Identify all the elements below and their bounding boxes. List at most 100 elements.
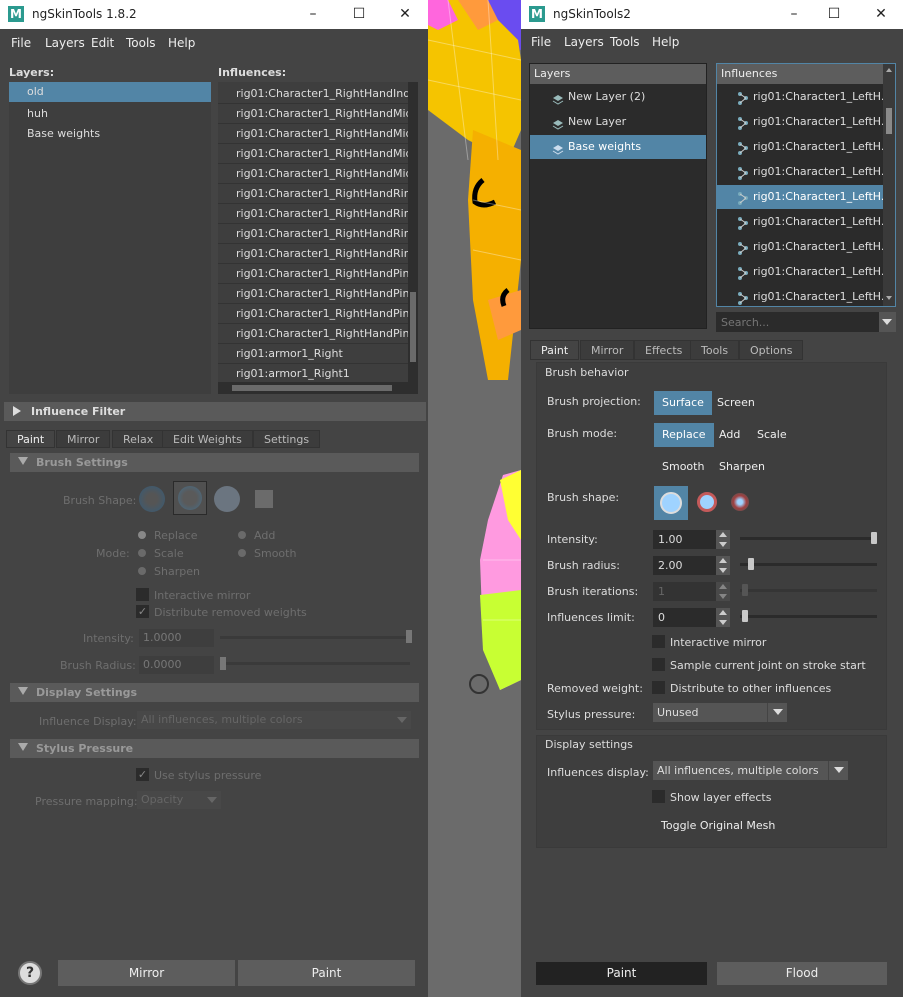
mode-add-button[interactable]: Add xyxy=(711,423,748,447)
tab-settings[interactable]: Settings xyxy=(253,430,321,448)
tab-mirror[interactable]: Mirror xyxy=(580,340,635,360)
hscroll-thumb[interactable] xyxy=(232,385,392,391)
tab-effects[interactable]: Effects xyxy=(634,340,694,360)
layer-item-new-layer-2[interactable]: New Layer (2) xyxy=(530,85,706,109)
influence-item[interactable]: rig01:Character1_RightHandRing4 xyxy=(218,244,418,264)
influence-item[interactable]: rig01:Character1_RightHandRing3 xyxy=(218,224,418,244)
influences-vscrollbar[interactable] xyxy=(408,82,418,382)
menu-layers[interactable]: Layers xyxy=(45,36,85,50)
layer-item-base-weights[interactable]: Base weights xyxy=(530,135,706,159)
interactive-mirror-checkbox[interactable] xyxy=(136,588,149,601)
tab-paint[interactable]: Paint xyxy=(530,340,580,360)
brush-shape-soft-icon[interactable] xyxy=(697,492,717,512)
tab-mirror[interactable]: Mirror xyxy=(56,430,111,448)
influence-item[interactable]: rig01:Character1_LeftH... xyxy=(717,285,883,306)
mode-replace-button[interactable]: Replace xyxy=(654,423,714,447)
mode-replace-radio[interactable] xyxy=(138,531,146,539)
mode-sharpen-button[interactable]: Sharpen xyxy=(711,455,773,479)
influences-hscrollbar[interactable] xyxy=(218,382,418,394)
interactive-mirror-checkbox[interactable] xyxy=(652,635,665,648)
stylus-pressure-dropdown[interactable]: Unused xyxy=(653,703,787,722)
tab-edit-weights[interactable]: Edit Weights xyxy=(162,430,253,448)
influences-scrollbar[interactable] xyxy=(883,64,895,306)
influence-item[interactable]: rig01:Character1_RightHandRing1 xyxy=(218,184,418,204)
help-icon[interactable]: ? xyxy=(18,961,42,985)
paint-button[interactable]: Paint xyxy=(238,960,415,986)
brush-radius-slider-thumb[interactable] xyxy=(220,657,226,670)
search-dropdown-button[interactable] xyxy=(879,312,896,332)
menu-edit[interactable]: Edit xyxy=(91,36,114,50)
menu-tools[interactable]: Tools xyxy=(126,36,156,50)
influence-item[interactable]: rig01:Character1_LeftH... xyxy=(717,135,883,159)
tab-paint[interactable]: Paint xyxy=(6,430,56,448)
close-button[interactable]: ✕ xyxy=(871,3,891,25)
influence-item[interactable]: rig01:Character1_LeftH... xyxy=(717,235,883,259)
brush-radius-spinner[interactable] xyxy=(716,556,730,575)
use-stylus-checkbox[interactable]: ✓ xyxy=(136,768,149,781)
menu-help[interactable]: Help xyxy=(652,35,679,49)
scroll-down-icon[interactable] xyxy=(886,296,892,300)
brush-radius-slider-track[interactable] xyxy=(740,563,877,566)
brush-iterations-slider-track[interactable] xyxy=(740,589,877,592)
influence-item[interactable]: rig01:Character1_LeftH... xyxy=(717,85,883,109)
layers-tree[interactable]: Layers New Layer (2) New Layer Base weig… xyxy=(529,63,707,329)
influences-limit-field[interactable]: 0 xyxy=(653,608,716,627)
scroll-up-icon[interactable] xyxy=(886,68,892,72)
scroll-thumb[interactable] xyxy=(886,108,892,134)
influence-item[interactable]: rig01:Character1_RightHandPinky xyxy=(218,324,418,344)
mode-smooth-button[interactable]: Smooth xyxy=(654,455,712,479)
display-settings-header[interactable]: Display Settings xyxy=(10,683,419,702)
brush-iterations-spinner[interactable] xyxy=(716,582,730,601)
close-button[interactable]: ✕ xyxy=(395,3,415,25)
tab-tools[interactable]: Tools xyxy=(690,340,740,360)
brush-iterations-field[interactable]: 1 xyxy=(653,582,716,601)
intensity-field[interactable]: 1.00 xyxy=(653,530,716,549)
intensity-slider-track[interactable] xyxy=(740,537,877,540)
influence-item[interactable]: rig01:Character1_RightHandMidd xyxy=(218,144,418,164)
brush-radius-field[interactable]: 0.0000 xyxy=(139,656,214,674)
maximize-button[interactable]: ☐ xyxy=(824,3,844,25)
brush-shape-soft-icon[interactable] xyxy=(139,486,165,512)
toggle-original-mesh-button[interactable]: Toggle Original Mesh xyxy=(661,819,775,832)
distribute-removed-checkbox[interactable]: ✓ xyxy=(136,605,149,618)
vscroll-thumb[interactable] xyxy=(410,292,416,362)
intensity-slider-track[interactable] xyxy=(220,636,410,639)
influences-limit-spinner[interactable] xyxy=(716,608,730,627)
mirror-button[interactable]: Mirror xyxy=(58,960,235,986)
influence-item[interactable]: rig01:Character1_RightHandPinky xyxy=(218,304,418,324)
tab-options[interactable]: Options xyxy=(739,340,804,360)
flood-button[interactable]: Flood xyxy=(717,962,887,985)
brush-shape-selected-frame[interactable] xyxy=(173,481,207,515)
influences-limit-slider-thumb[interactable] xyxy=(742,610,748,622)
mode-add-radio[interactable] xyxy=(238,531,246,539)
brush-shape-selected-frame[interactable] xyxy=(654,486,688,520)
layer-item-old[interactable]: old xyxy=(9,82,211,102)
viewport[interactable] xyxy=(428,0,521,997)
intensity-field[interactable]: 1.0000 xyxy=(139,629,214,647)
influence-search-field[interactable] xyxy=(716,312,896,332)
brush-radius-slider-track[interactable] xyxy=(220,662,410,665)
mode-scale-button[interactable]: Scale xyxy=(749,423,795,447)
influences-limit-slider-track[interactable] xyxy=(740,615,877,618)
sample-joint-checkbox[interactable] xyxy=(652,658,665,671)
brush-shape-hard-icon[interactable] xyxy=(214,486,240,512)
intensity-slider-thumb[interactable] xyxy=(871,532,877,544)
mode-scale-radio[interactable] xyxy=(138,549,146,557)
minimize-button[interactable]: – xyxy=(303,3,323,25)
menu-file[interactable]: File xyxy=(531,35,551,49)
brush-radius-field[interactable]: 2.00 xyxy=(653,556,716,575)
influence-display-dropdown[interactable]: All influences, multiple colors xyxy=(137,711,411,729)
layer-item-new-layer[interactable]: New Layer xyxy=(530,110,706,134)
menu-layers[interactable]: Layers xyxy=(564,35,604,49)
brush-radius-slider-thumb[interactable] xyxy=(748,558,754,570)
mode-sharpen-radio[interactable] xyxy=(138,567,146,575)
pressure-mapping-dropdown[interactable]: Opacity xyxy=(137,791,221,809)
distribute-other-checkbox[interactable] xyxy=(652,681,665,694)
brush-shape-square-icon[interactable] xyxy=(255,490,273,508)
maximize-button[interactable]: ☐ xyxy=(349,3,369,25)
brush-shape-gaussian-icon[interactable] xyxy=(731,493,749,511)
layer-item-base-weights[interactable]: Base weights xyxy=(9,124,211,144)
influences-display-dropdown[interactable]: All influences, multiple colors xyxy=(653,761,848,780)
influence-filter-header[interactable]: Influence Filter xyxy=(4,402,426,421)
paint-button[interactable]: Paint xyxy=(536,962,707,985)
